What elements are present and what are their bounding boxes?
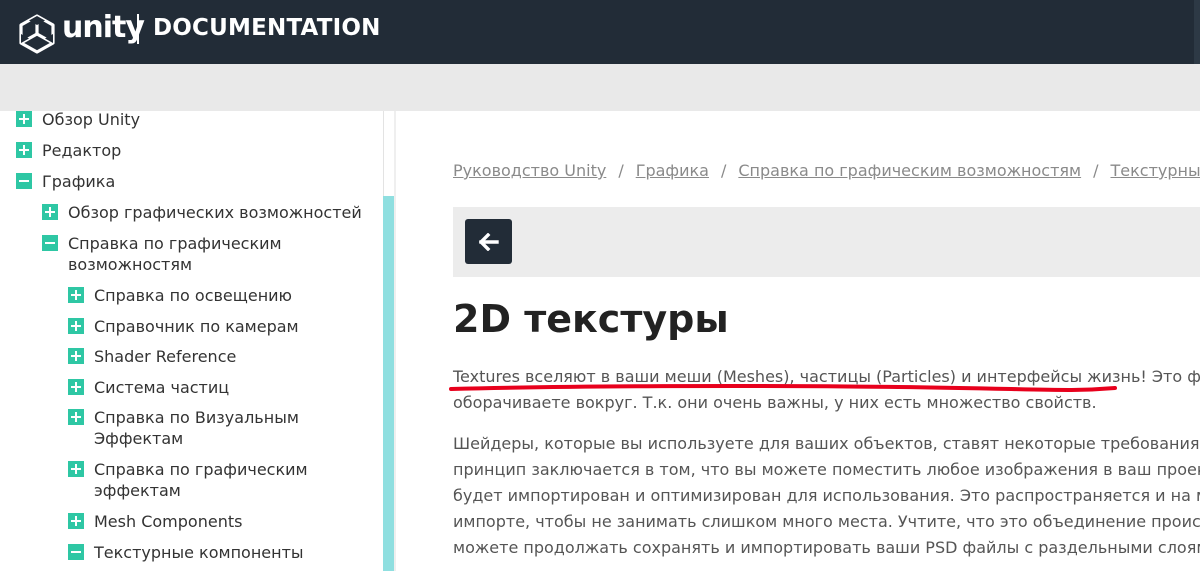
red-annotation-underline	[449, 383, 1117, 392]
breadcrumb-separator: /	[720, 161, 727, 180]
sidebar-item-lighting-reference[interactable]: Справка по освещению	[68, 285, 292, 306]
main-content: Руководство Unity / Графика / Справка по гра…	[396, 111, 1200, 571]
expand-plus-icon[interactable]	[68, 513, 84, 529]
expand-plus-icon[interactable]	[68, 379, 84, 395]
sidebar-scroll-track[interactable]	[383, 111, 394, 196]
breadcrumb-link-graphics-reference[interactable]: Справка по графическим возможностям	[738, 161, 1081, 180]
sidebar-item-graphics-overview[interactable]: Обзор графических возможностей	[42, 202, 362, 223]
sidebar-item-label[interactable]: Графика	[42, 171, 115, 192]
back-button[interactable]	[465, 219, 512, 264]
sidebar-item-editor[interactable]: Редактор	[16, 140, 121, 161]
breadcrumb: Руководство Unity / Графика / Справка по гра…	[453, 161, 1200, 180]
breadcrumb-link-texture-components[interactable]: Текстурные компоненты	[1110, 161, 1200, 180]
sidebar-item-texture-components[interactable]: Текстурные компоненты	[68, 542, 304, 563]
paragraph-line: импорте, чтобы не занимать слишком много…	[453, 512, 1200, 531]
breadcrumb-separator: /	[618, 161, 624, 180]
sidebar-item-mesh-components[interactable]: Mesh Components	[68, 511, 242, 532]
sidebar-item-visual-effects[interactable]: Справка по Визуальным Эффектам	[68, 407, 299, 449]
page-scrollbar[interactable]	[1194, 0, 1200, 64]
expand-plus-icon[interactable]	[16, 142, 32, 158]
sidebar-scrollbar-thumb[interactable]	[383, 196, 394, 571]
sidebar-item-label[interactable]: Справка по Визуальным Эффектам	[94, 407, 299, 449]
collapse-minus-icon[interactable]	[42, 235, 58, 251]
label-line-1: Справка по графическим	[94, 460, 308, 479]
unity-wordmark[interactable]: unity	[62, 10, 145, 45]
expand-plus-icon[interactable]	[68, 318, 84, 334]
sidebar-item-shader-reference[interactable]: Shader Reference	[68, 346, 236, 367]
sidebar-item-label[interactable]: Система частиц	[94, 377, 229, 398]
arrow-left-icon	[478, 232, 499, 251]
breadcrumb-link-unity-manual[interactable]: Руководство Unity	[453, 161, 606, 180]
top-header: unity DOCUMENTATION	[0, 0, 1200, 64]
sub-header-bar	[0, 64, 1200, 111]
documentation-label[interactable]: DOCUMENTATION	[153, 15, 381, 41]
sidebar-item-label[interactable]: Обзор Unity	[42, 111, 140, 130]
paragraph-line: можете продолжать сохранять и импортиров…	[453, 538, 1200, 557]
unity-cube-icon[interactable]	[16, 12, 58, 54]
sidebar-item-label[interactable]: Mesh Components	[94, 511, 242, 532]
label-line-1: Справка по графическим	[68, 234, 282, 253]
paragraph-line: Шейдеры, которые вы используете для ваши…	[453, 434, 1200, 453]
paragraph-line: будет импортирован и оптимизирован для и…	[453, 486, 1200, 505]
sidebar-item-graphics-effects[interactable]: Справка по графическим эффектам	[68, 459, 308, 501]
expand-plus-icon[interactable]	[68, 287, 84, 303]
sidebar-item-label[interactable]: Справка по графическим эффектам	[94, 459, 308, 501]
label-line-2: Эффектам	[94, 429, 184, 448]
body-paragraph: Шейдеры, которые вы используете для ваши…	[453, 431, 1200, 561]
paragraph-line: принцип заключается в том, что вы можете…	[453, 460, 1200, 479]
sidebar-item-label[interactable]: Справка по графическим возможностям	[68, 233, 282, 275]
sidebar-item-label[interactable]: Обзор графических возможностей	[68, 202, 362, 223]
sidebar-item-label[interactable]: Текстурные компоненты	[94, 542, 304, 563]
sidebar-nav: Обзор Unity Редактор Графика Обзор графи…	[0, 111, 384, 571]
sidebar-item-label[interactable]: Shader Reference	[94, 346, 236, 367]
page-toolbar	[453, 207, 1200, 277]
sidebar-item-label[interactable]: Справка по освещению	[94, 285, 292, 306]
label-line-1: Справка по Визуальным	[94, 408, 299, 427]
expand-plus-icon[interactable]	[68, 461, 84, 477]
expand-plus-icon[interactable]	[68, 409, 84, 425]
expand-plus-icon[interactable]	[42, 204, 58, 220]
label-line-2: возможностям	[68, 255, 193, 274]
sidebar-item-graphics-reference[interactable]: Справка по графическим возможностям	[42, 233, 282, 275]
breadcrumb-separator: /	[1093, 161, 1099, 180]
collapse-minus-icon[interactable]	[16, 173, 32, 189]
sidebar-item-label[interactable]: Справочник по камерам	[94, 316, 299, 337]
sidebar-item-particle-system[interactable]: Система частиц	[68, 377, 229, 398]
sidebar-item-graphics[interactable]: Графика	[16, 171, 115, 192]
expand-plus-icon[interactable]	[68, 348, 84, 364]
sidebar-item-unity-overview[interactable]: Обзор Unity	[16, 111, 140, 130]
sidebar-item-label[interactable]: Редактор	[42, 140, 121, 161]
collapse-minus-icon[interactable]	[68, 544, 84, 560]
expand-plus-icon[interactable]	[16, 111, 32, 127]
page-title: 2D текстуры	[453, 297, 729, 341]
header-divider	[137, 14, 139, 44]
label-line-2: эффектам	[94, 481, 181, 500]
sidebar-item-camera-reference[interactable]: Справочник по камерам	[68, 316, 299, 337]
breadcrumb-link-graphics[interactable]: Графика	[636, 161, 709, 180]
